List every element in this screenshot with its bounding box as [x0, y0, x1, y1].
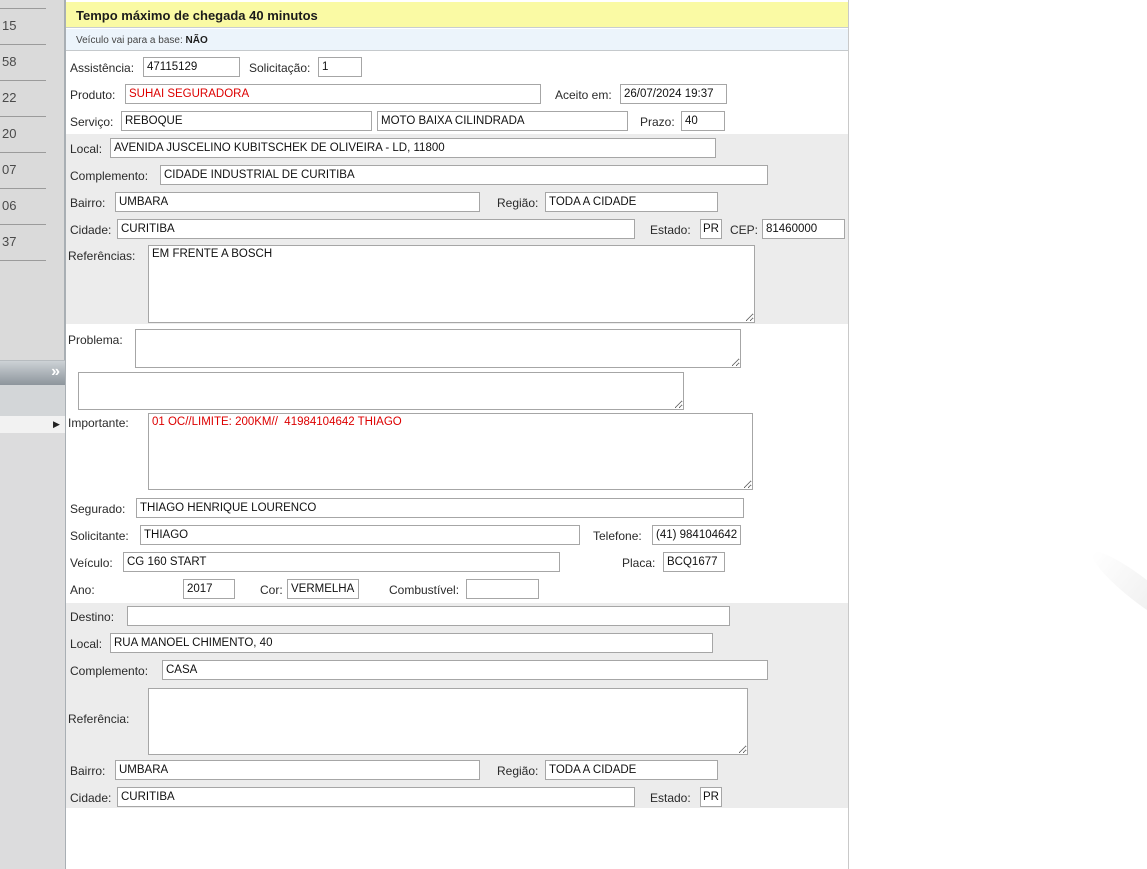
solicitante-label: Solicitante:	[70, 529, 129, 543]
grid-row-time[interactable]: 20	[2, 126, 16, 141]
problema-label: Problema:	[68, 333, 123, 347]
assistencia-label: Assistência:	[70, 61, 135, 75]
cor-input[interactable]	[287, 579, 359, 599]
row-divider	[0, 44, 46, 45]
destino-label: Destino:	[70, 610, 115, 624]
servico-label: Serviço:	[70, 115, 114, 129]
cep-label: CEP:	[730, 223, 759, 237]
page-title: Tempo máximo de chegada 40 minutos	[76, 8, 318, 23]
expand-arrow-icon[interactable]: ▶	[53, 419, 60, 430]
referencias-label: Referências:	[68, 249, 136, 263]
grid-row-time[interactable]: 07	[2, 162, 16, 177]
destino-estado-label: Estado:	[650, 791, 691, 805]
assistencia-input[interactable]	[143, 57, 240, 77]
estado-label: Estado:	[650, 223, 691, 237]
destino-input[interactable]	[127, 606, 730, 626]
telefone-label: Telefone:	[593, 529, 642, 543]
veiculo-label: Veículo:	[70, 556, 113, 570]
sidebar-lower-area	[0, 433, 65, 869]
regiao-label: Região:	[497, 196, 539, 210]
local-label: Local:	[70, 142, 103, 156]
sidebar-expand-strip: ▶	[0, 416, 65, 433]
telefone-input[interactable]	[652, 525, 741, 545]
solicitacao-label: Solicitação:	[249, 61, 311, 75]
destino-estado-input[interactable]	[700, 787, 722, 807]
referencias-textarea[interactable]: EM FRENTE A BOSCH	[148, 245, 755, 323]
base-status-value: NÃO	[185, 35, 208, 46]
grid-row-time[interactable]: 06	[2, 198, 16, 213]
diagonal-glare	[1085, 543, 1147, 637]
complemento-input[interactable]	[160, 165, 768, 185]
servico-input[interactable]	[121, 111, 372, 131]
row-divider	[0, 224, 46, 225]
sidebar-spacer	[0, 385, 65, 416]
row-divider	[0, 80, 46, 81]
title-bar: Tempo máximo de chegada 40 minutos	[66, 2, 848, 28]
double-chevron-right-icon: »	[51, 363, 60, 380]
destino-bairro-label: Bairro:	[70, 764, 106, 778]
destino-referencia-textarea[interactable]	[148, 688, 748, 755]
combustivel-label: Combustível:	[389, 583, 460, 597]
importante-textarea[interactable]: 01 OC//LIMITE: 200KM// 41984104642 THIAG…	[148, 413, 753, 490]
cep-input[interactable]	[762, 219, 845, 239]
destino-complemento-input[interactable]	[162, 660, 768, 680]
destino-regiao-input[interactable]	[545, 760, 718, 780]
prazo-input[interactable]	[681, 111, 725, 131]
base-status-text: Veículo vai para a base: NÃO	[76, 35, 208, 46]
cor-label: Cor:	[260, 583, 283, 597]
problema-textarea[interactable]	[135, 329, 741, 368]
cidade-label: Cidade:	[70, 223, 112, 237]
combustivel-input[interactable]	[466, 579, 539, 599]
solicitacao-input[interactable]	[318, 57, 362, 77]
row-divider	[0, 260, 46, 261]
destino-regiao-label: Região:	[497, 764, 539, 778]
produto-label: Produto:	[70, 88, 116, 102]
grid-row-time[interactable]: 15	[2, 18, 16, 33]
prazo-label: Prazo:	[640, 115, 675, 129]
base-status-bar: Veículo vai para a base: NÃO	[66, 29, 848, 51]
observacao-extra-textarea[interactable]	[78, 372, 684, 410]
grid-row-time[interactable]: 58	[2, 54, 16, 69]
sidebar-collapse-button[interactable]: »	[0, 360, 65, 385]
left-grid-sidebar: 15 58 22 20 07 06 37 » ▶	[0, 0, 65, 869]
estado-input[interactable]	[700, 219, 722, 239]
destino-cidade-input[interactable]	[117, 787, 635, 807]
aceito-em-label: Aceito em:	[555, 88, 612, 102]
dispatch-screen: 15 58 22 20 07 06 37 » ▶ Tempo máximo de…	[0, 0, 1147, 869]
destino-local-input[interactable]	[110, 633, 713, 653]
cidade-input[interactable]	[117, 219, 635, 239]
grid-row-time[interactable]: 37	[2, 234, 16, 249]
grid-row-time[interactable]: 22	[2, 90, 16, 105]
segurado-input[interactable]	[136, 498, 744, 518]
ano-label: Ano:	[70, 583, 95, 597]
row-divider	[0, 152, 46, 153]
complemento-label: Complemento:	[70, 169, 149, 183]
row-divider	[0, 8, 46, 9]
veiculo-input[interactable]	[123, 552, 560, 572]
local-input[interactable]	[110, 138, 716, 158]
destino-bairro-input[interactable]	[115, 760, 480, 780]
bairro-label: Bairro:	[70, 196, 106, 210]
aceito-em-input[interactable]	[620, 84, 727, 104]
servico-tipo-input[interactable]	[377, 111, 628, 131]
placa-input[interactable]	[663, 552, 725, 572]
row-divider	[0, 188, 46, 189]
placa-label: Placa:	[622, 556, 656, 570]
importante-label: Importante:	[68, 416, 129, 430]
destino-local-label: Local:	[70, 637, 103, 651]
regiao-input[interactable]	[545, 192, 718, 212]
destino-referencia-label: Referência:	[68, 712, 130, 726]
solicitante-input[interactable]	[140, 525, 580, 545]
bairro-input[interactable]	[115, 192, 480, 212]
base-status-label: Veículo vai para a base:	[76, 35, 183, 46]
destino-cidade-label: Cidade:	[70, 791, 112, 805]
row-divider	[0, 116, 46, 117]
segurado-label: Segurado:	[70, 502, 126, 516]
ano-input[interactable]	[183, 579, 235, 599]
produto-input[interactable]	[125, 84, 541, 104]
destino-complemento-label: Complemento:	[70, 664, 149, 678]
